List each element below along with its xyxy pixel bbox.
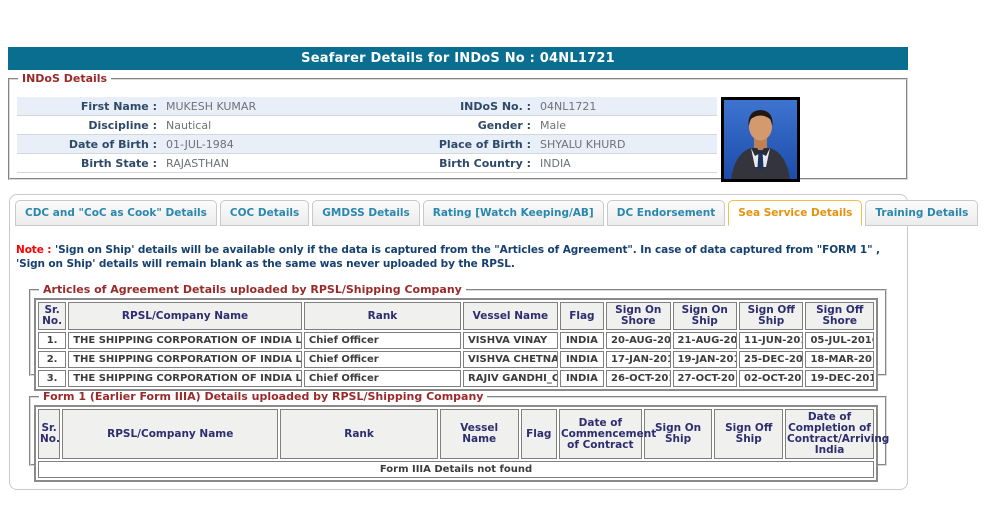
page-title: Seafarer Details for INDoS No : 04NL1721 [8,47,908,70]
table-row: 3. THE SHIPPING CORPORATION OF INDIA LIM… [38,370,874,387]
cell-flag: INDIA [560,332,604,349]
cell-company: THE SHIPPING CORPORATION OF INDIA LIMITE… [68,370,302,387]
field-value: Male [531,116,717,134]
tab-training-details[interactable]: Training Details [865,200,978,226]
cell-sign-on-ship: 19-JAN-2014 [673,351,737,368]
field-value: RAJASTHAN [157,154,425,172]
header-company: RPSL/Company Name [68,302,302,330]
field-value: 01-JUL-1984 [157,135,425,153]
header-flag: Flag [560,302,604,330]
header-sign-on-shore: Sign On Shore [606,302,670,330]
field-label: Place of Birth : [425,135,531,153]
articles-of-agreement-table: Sr. No. RPSL/Company Name Rank Vessel Na… [34,298,878,391]
header-sign-off-ship: Sign Off Ship [714,409,783,459]
cell-rank: Chief Officer [304,332,461,349]
form1-table: Sr. No. RPSL/Company Name Rank Vessel Na… [34,405,878,482]
empty-message: Form IIIA Details not found [38,461,874,478]
header-sign-off-shore: Sign Off Shore [805,302,874,330]
table-header-row: Sr. No. RPSL/Company Name Rank Vessel Na… [38,409,874,459]
tab-rating-watch-keeping[interactable]: Rating [Watch Keeping/AB] [423,200,604,226]
indos-details-grid: First Name : MUKESH KUMAR INDoS No. : 04… [17,97,717,173]
header-completion: Date of Completion of Contract/Arriving … [785,409,874,459]
header-sr-no: Sr. No. [38,302,66,330]
field-value: Nautical [157,116,425,134]
note-body: 'Sign on Ship' details will be available… [16,244,880,270]
header-flag: Flag [521,409,557,459]
tab-gmdss-details[interactable]: GMDSS Details [312,200,419,226]
header-rank: Rank [280,409,438,459]
field-label: INDoS No. : [425,97,531,115]
cell-sr-no: 2. [38,351,66,368]
header-sign-on-ship: Sign On Ship [673,302,737,330]
cell-vessel: VISHVA VINAY [463,332,558,349]
cell-sign-off-shore: 19-DEC-2013 [805,370,874,387]
field-row: Birth State : RAJASTHAN Birth Country : … [17,154,717,173]
cell-sign-off-ship: 11-JUN-2016 [739,332,803,349]
field-label: Birth State : [17,154,157,172]
header-rank: Rank [304,302,461,330]
form1-fieldset: Form 1 (Earlier Form IIIA) Details uploa… [29,390,887,466]
cell-sign-off-shore: 18-MAR-2015 [805,351,874,368]
cell-sign-on-shore: 26-OCT-2012 [606,370,670,387]
field-label: Gender : [425,116,531,134]
header-sr-no: Sr. No. [38,409,60,459]
cell-rank: Chief Officer [304,351,461,368]
field-value: SHYALU KHURD [531,135,717,153]
header-vessel: Vessel Name [440,409,519,459]
cell-company: THE SHIPPING CORPORATION OF INDIA LIMITE… [68,351,302,368]
cell-flag: INDIA [560,370,604,387]
field-value: MUKESH KUMAR [157,97,425,115]
field-value: INDIA [531,154,717,172]
header-company: RPSL/Company Name [62,409,278,459]
cell-sign-off-shore: 05-JUL-2016 [805,332,874,349]
header-sign-off-ship: Sign Off Ship [739,302,803,330]
articles-of-agreement-fieldset: Articles of Agreement Details uploaded b… [29,283,887,376]
tab-sea-service-details[interactable]: Sea Service Details [728,200,862,226]
header-vessel: Vessel Name [463,302,558,330]
indos-details-fieldset: INDoS Details First Name : MUKESH KUMAR … [8,72,908,180]
cell-company: THE SHIPPING CORPORATION OF INDIA LIMITE… [68,332,302,349]
field-label: First Name : [17,97,157,115]
field-value: 04NL1721 [531,97,717,115]
cell-sr-no: 3. [38,370,66,387]
field-row: Discipline : Nautical Gender : Male [17,116,717,135]
tab-cdc-coc-as-cook[interactable]: CDC and "CoC as Cook" Details [15,200,217,226]
note-text: Note : 'Sign on Ship' details will be av… [16,243,896,271]
tab-panel: CDC and "CoC as Cook" Details COC Detail… [9,194,908,490]
cell-vessel: VISHVA CHETNA [463,351,558,368]
field-label: Birth Country : [425,154,531,172]
cell-sign-on-shore: 17-JAN-2014 [606,351,670,368]
indos-details-legend: INDoS Details [18,72,111,85]
table-row: 2. THE SHIPPING CORPORATION OF INDIA LIM… [38,351,874,368]
cell-sign-off-ship: 25-DEC-2014 [739,351,803,368]
tab-coc-details[interactable]: COC Details [220,200,309,226]
field-row: Date of Birth : 01-JUL-1984 Place of Bir… [17,135,717,154]
cell-sign-on-ship: 27-OCT-2012 [673,370,737,387]
form1-legend: Form 1 (Earlier Form IIIA) Details uploa… [39,390,487,403]
seafarer-photo [721,97,800,182]
articles-of-agreement-legend: Articles of Agreement Details uploaded b… [39,283,466,296]
field-label: Date of Birth : [17,135,157,153]
tab-bar: CDC and "CoC as Cook" Details COC Detail… [15,200,978,226]
field-label: Discipline : [17,116,157,134]
cell-flag: INDIA [560,351,604,368]
cell-sign-on-shore: 20-AUG-2015 [606,332,670,349]
empty-row: Form IIIA Details not found [38,461,874,478]
cell-sign-off-ship: 02-OCT-2013 [739,370,803,387]
cell-sr-no: 1. [38,332,66,349]
note-prefix: Note : [16,244,51,256]
cell-sign-on-ship: 21-AUG-2015 [673,332,737,349]
cell-vessel: RAJIV GANDHI_C [463,370,558,387]
header-commencement: Date of Commencement of Contract [559,409,642,459]
field-row: First Name : MUKESH KUMAR INDoS No. : 04… [17,97,717,116]
tab-dc-endorsement[interactable]: DC Endorsement [607,200,726,226]
table-header-row: Sr. No. RPSL/Company Name Rank Vessel Na… [38,302,874,330]
seafarer-details-page: Seafarer Details for INDoS No : 04NL1721… [0,0,996,518]
table-row: 1. THE SHIPPING CORPORATION OF INDIA LIM… [38,332,874,349]
cell-rank: Chief Officer [304,370,461,387]
